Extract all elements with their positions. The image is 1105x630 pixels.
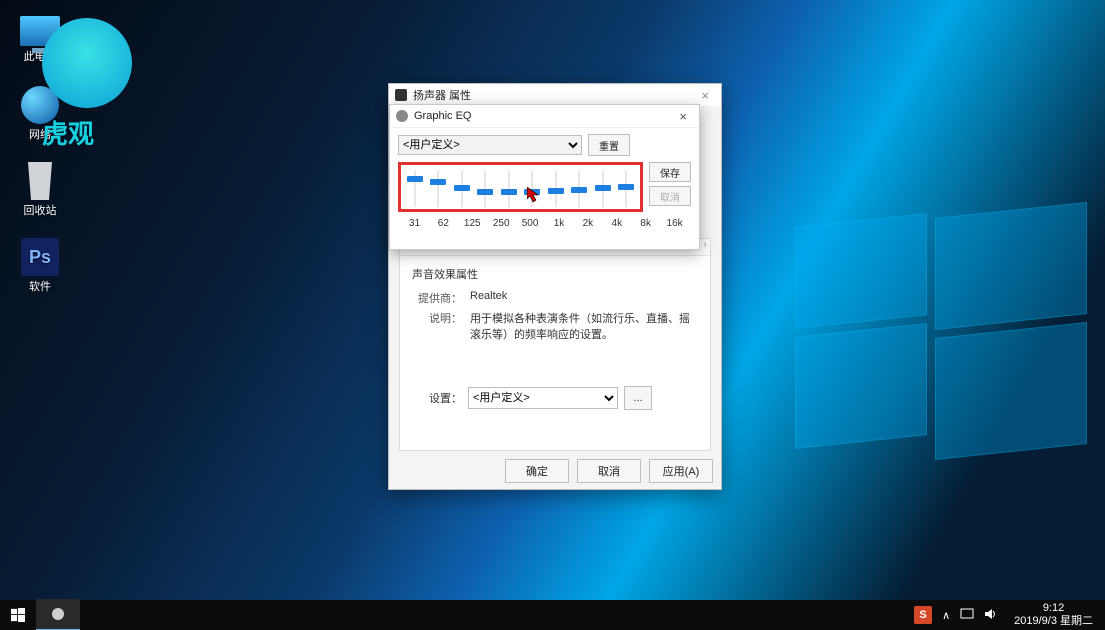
taskbar-clock[interactable]: 9:12 2019/9/3 星期二 [1008,602,1099,627]
eq-slider-31[interactable] [403,171,427,207]
clock-date: 2019/9/3 星期二 [1014,615,1093,628]
eq-thumb-31[interactable] [407,176,423,182]
eq-band-label-1k: 1k [545,218,574,229]
setting-label: 设置： [412,390,462,406]
taskbar: S ∧ 9:12 2019/9/3 星期二 [0,600,1105,630]
eq-thumb-125[interactable] [454,185,470,191]
eq-preset-select[interactable]: <用户定义> [398,135,582,155]
speaker-icon [395,89,407,101]
icon-label: 软件 [12,278,68,294]
eq-save-button[interactable]: 保存 [649,162,691,182]
eq-slider-250[interactable] [474,171,498,207]
system-tray: S ∧ 9:12 2019/9/3 星期二 [914,602,1105,627]
eq-band-label-2k: 2k [573,218,602,229]
photoshop-icon: Ps [21,238,59,276]
start-button[interactable] [0,600,36,630]
mouse-cursor-icon [527,187,541,201]
desktop-icon-recycle-bin[interactable]: 回收站 [12,162,68,218]
sound-settings-icon [50,606,66,622]
desktop-icon-this-pc[interactable]: 此电脑 [12,16,68,64]
eq-slider-1k[interactable] [521,171,545,207]
eq-band-label-31: 31 [400,218,429,229]
eq-thumb-2k[interactable] [548,188,564,194]
eq-band-label-4k: 4k [602,218,631,229]
eq-thumb-8k[interactable] [595,185,611,191]
eq-band-labels: 31621252505001k2k4k8k16k [390,216,699,229]
setting-select[interactable]: <用户定义> [468,387,618,409]
recycle-bin-icon [25,162,55,200]
ok-button[interactable]: 确定 [505,459,569,483]
eq-titlebar[interactable]: Graphic EQ × [390,105,699,128]
eq-thumb-16k[interactable] [618,184,634,190]
scroll-right-icon[interactable]: › [704,239,707,255]
apply-button[interactable]: 应用(A) [649,459,713,483]
eq-reset-button[interactable]: 重置 [588,134,630,156]
eq-thumb-250[interactable] [477,189,493,195]
eq-slider-8k[interactable] [591,171,615,207]
ime-indicator[interactable]: S [914,606,932,624]
network-tray-icon[interactable] [960,607,974,624]
dialog-titlebar[interactable]: 扬声器 属性 × [389,84,721,106]
clock-time: 9:12 [1014,602,1093,615]
eq-slider-500[interactable] [497,171,521,207]
background-windows-logo [795,220,1075,460]
eq-title: Graphic EQ [414,110,471,122]
eq-band-label-16k: 16k [660,218,689,229]
icon-label: 网络 [12,126,68,142]
volume-tray-icon[interactable] [984,607,998,624]
graphic-eq-dialog: Graphic EQ × <用户定义> 重置 保存 取消 31621252505… [389,104,700,250]
taskbar-app-sound[interactable] [36,599,80,630]
eq-band-label-125: 125 [458,218,487,229]
eq-band-label-62: 62 [429,218,458,229]
eq-slider-16k[interactable] [615,171,639,207]
desktop-icon-network[interactable]: 网络 [12,86,68,142]
eq-cancel-button[interactable]: 取消 [649,186,691,206]
eq-slider-4k[interactable] [568,171,592,207]
group-title: 声音效果属性 [412,266,698,282]
icon-label: 回收站 [12,202,68,218]
desktop: 此电脑 网络 回收站 Ps 软件 虎观 扬声器 属性 × ‹ › 声音效果属性 [0,0,1105,630]
eq-band-label-8k: 8k [631,218,660,229]
eq-thumb-500[interactable] [501,189,517,195]
dialog-title: 扬声器 属性 [413,87,471,103]
description-value: 用于模拟各种表演条件（如流行乐、直播、摇滚乐等）的频率响应的设置。 [470,310,698,342]
eq-slider-62[interactable] [427,171,451,207]
provider-label: 提供商： [412,290,462,306]
eq-band-label-500: 500 [516,218,545,229]
eq-icon [396,110,408,122]
eq-band-label-250: 250 [487,218,516,229]
computer-icon [20,16,60,46]
eq-slider-group [398,162,643,212]
globe-icon [21,86,59,124]
close-button[interactable]: × [695,88,715,103]
desktop-icon-software[interactable]: Ps 软件 [12,238,68,294]
eq-slider-2k[interactable] [544,171,568,207]
cancel-button[interactable]: 取消 [577,459,641,483]
eq-thumb-4k[interactable] [571,187,587,193]
provider-value: Realtek [470,290,698,306]
description-label: 说明： [412,310,462,342]
tray-overflow-icon[interactable]: ∧ [942,609,950,622]
properties-panel: ‹ › 声音效果属性 提供商： Realtek 说明： 用于模拟各种表演条件（如… [399,238,711,451]
setting-more-button[interactable]: ... [624,386,652,410]
eq-slider-125[interactable] [450,171,474,207]
eq-close-button[interactable]: × [673,109,693,124]
eq-thumb-62[interactable] [430,179,446,185]
windows-logo-icon [11,608,25,622]
